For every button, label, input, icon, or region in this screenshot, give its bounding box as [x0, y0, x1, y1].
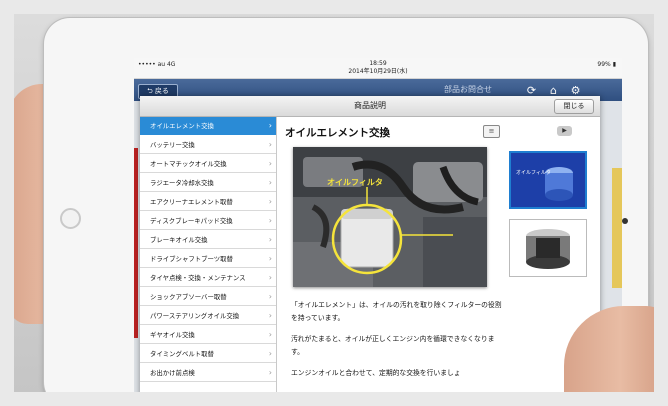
page-bottom-margin: [0, 392, 668, 406]
sidebar-item-label: ディスクブレーキパッド交換: [150, 217, 233, 225]
sidebar-item-gear-oil[interactable]: ギヤオイル交換 ›: [140, 326, 276, 344]
chevron-right-icon: ›: [268, 254, 272, 263]
ipad-device: ••••• au 4G 18:59 2014年10月29日(水) 99% ▮ ⮌…: [44, 18, 648, 392]
battery-icon: ▮: [612, 61, 616, 68]
sidebar-item-timing-belt[interactable]: タイミングベルト取替 ›: [140, 345, 276, 363]
chevron-right-icon: ›: [268, 197, 272, 206]
chevron-right-icon: ›: [268, 140, 272, 149]
camera-dot: [622, 218, 628, 224]
sidebar-item-label: ギヤオイル交換: [150, 331, 195, 339]
chevron-right-icon: ›: [268, 235, 272, 244]
sidebar-item-label: エアクリーナエレメント取替: [150, 198, 233, 206]
sidebar-item-label: バッテリー交換: [150, 141, 195, 149]
filter-photo-illustration: [510, 220, 586, 276]
engine-photo: オイルフィルタ: [293, 147, 487, 287]
sidebar-item-label: タイヤ点検・交換・メンテナンス: [150, 274, 246, 282]
sidebar-item-label: ブレーキオイル交換: [150, 236, 208, 244]
sidebar-item-pre-trip-check[interactable]: お出かけ前点検 ›: [140, 364, 276, 382]
sidebar-item-brake-oil[interactable]: ブレーキオイル交換 ›: [140, 231, 276, 249]
sidebar-item-atf[interactable]: オートマチックオイル交換 ›: [140, 155, 276, 173]
description-paragraph: エンジンオイルと合わせて、定期的な交換を行いましょ: [291, 369, 461, 377]
sidebar-item-label: お出かけ前点検: [150, 369, 195, 377]
sidebar-item-battery[interactable]: バッテリー交換 ›: [140, 136, 276, 154]
status-bar: ••••• au 4G 18:59 2014年10月29日(水) 99% ▮: [134, 58, 622, 79]
thumbnail-caption: オイルフィルタ: [516, 170, 551, 176]
engine-illustration: [293, 147, 487, 287]
sidebar-item-power-steering[interactable]: パワーステアリングオイル交換 ›: [140, 307, 276, 325]
background-panel: [612, 168, 622, 288]
photo-caption: オイルフィルタ: [327, 178, 383, 187]
modal-header: 商品説明 閉じる: [140, 96, 600, 117]
sidebar-item-coolant[interactable]: ラジエータ冷却水交換 ›: [140, 174, 276, 192]
sidebar-item-label: ラジエータ冷却水交換: [150, 179, 214, 187]
battery-indicator: 99% ▮: [597, 61, 616, 68]
chevron-right-icon: ›: [268, 121, 272, 130]
thumbnail-photo[interactable]: [509, 219, 587, 277]
device-screen: ••••• au 4G 18:59 2014年10月29日(水) 99% ▮ ⮌…: [134, 58, 622, 392]
photo-frame: ••••• au 4G 18:59 2014年10月29日(水) 99% ▮ ⮌…: [14, 14, 654, 392]
description-paragraph: 「オイルエレメント」は、オイルの汚れを取り除くフィルターの役割を持っています。: [291, 301, 502, 322]
sidebar-item-label: パワーステアリングオイル交換: [150, 312, 240, 320]
chevron-right-icon: ›: [268, 330, 272, 339]
list-menu-icon[interactable]: ≡: [483, 125, 500, 138]
chevron-right-icon: ›: [268, 178, 272, 187]
sidebar-item-brake-pad[interactable]: ディスクブレーキパッド交換 ›: [140, 212, 276, 230]
sidebar-item-label: オートマチックオイル交換: [150, 160, 227, 168]
content-pane: オイルエレメント交換 ≡ ▶ オイルフィルタ オイルフィルタ 「オイルエレメント…: [277, 117, 600, 392]
thumbnail-diagram[interactable]: オイルフィルタ: [509, 151, 587, 209]
chevron-right-icon: ›: [268, 292, 272, 301]
video-play-icon[interactable]: ▶: [557, 126, 572, 136]
sidebar-item-air-cleaner[interactable]: エアクリーナエレメント取替 ›: [140, 193, 276, 211]
status-clock: 18:59 2014年10月29日(水): [134, 60, 622, 76]
home-button[interactable]: [60, 208, 81, 229]
sidebar-item-shock-absorber[interactable]: ショックアブソーバー取替 ›: [140, 288, 276, 306]
sidebar-item-label: ショックアブソーバー取替: [150, 293, 227, 301]
sidebar-item-label: ドライブシャフトブーツ取替: [150, 255, 233, 263]
background-accent: [134, 148, 138, 338]
sidebar-item-oil-element[interactable]: オイルエレメント交換 ›: [140, 117, 276, 135]
chevron-right-icon: ›: [268, 311, 272, 320]
description-text: 「オイルエレメント」は、オイルの汚れを取り除くフィルターの役割を持っています。 …: [291, 299, 507, 389]
chevron-right-icon: ›: [268, 349, 272, 358]
status-time: 18:59: [369, 60, 387, 67]
sidebar-item-drive-shaft[interactable]: ドライブシャフトブーツ取替 ›: [140, 250, 276, 268]
chevron-right-icon: ›: [268, 273, 272, 282]
close-button[interactable]: 閉じる: [554, 99, 594, 114]
sidebar-item-tire[interactable]: タイヤ点検・交換・メンテナンス ›: [140, 269, 276, 287]
content-title: オイルエレメント交換: [285, 127, 390, 139]
sidebar-item-label: タイミングベルト取替: [150, 350, 214, 358]
status-date: 2014年10月29日(水): [348, 68, 408, 75]
battery-percent: 99%: [597, 61, 611, 68]
back-label: 戻る: [154, 87, 169, 95]
service-sidebar: オイルエレメント交換 › バッテリー交換 › オートマチックオイル交換 › ラジ…: [140, 117, 277, 392]
filter-diagram-illustration: [511, 153, 585, 207]
chevron-right-icon: ›: [268, 216, 272, 225]
chevron-right-icon: ›: [268, 368, 272, 377]
chevron-right-icon: ›: [268, 159, 272, 168]
app-header-title[interactable]: 部品お問合せ: [444, 84, 492, 95]
description-paragraph: 汚れがたまると、オイルが正しくエンジン内を循環できなくなります。: [291, 335, 495, 356]
sidebar-item-label: オイルエレメント交換: [150, 122, 214, 130]
product-description-modal: 商品説明 閉じる オイルエレメント交換 › バッテリー交換 › オートマチックオ…: [140, 96, 600, 392]
back-arrow-icon: ⮌: [147, 87, 153, 95]
modal-title: 商品説明: [354, 101, 386, 110]
